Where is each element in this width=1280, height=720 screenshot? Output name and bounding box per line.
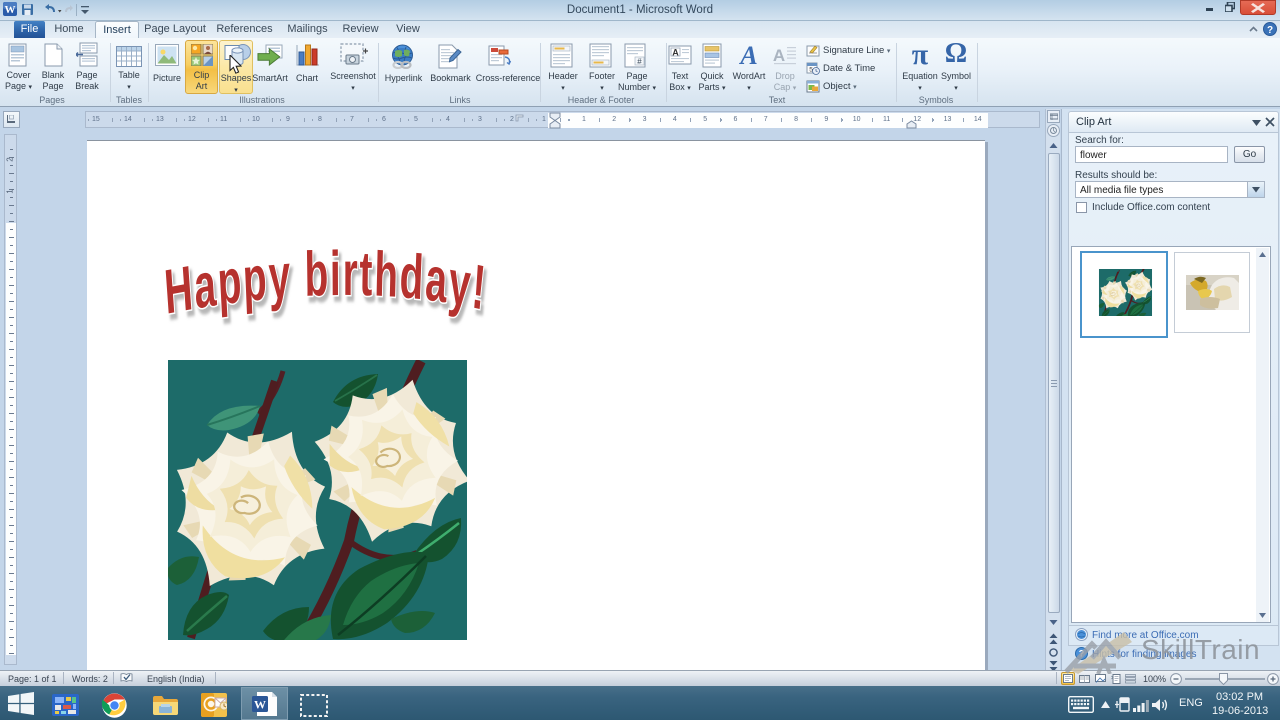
- svg-text:?: ?: [1267, 25, 1273, 36]
- svg-text:A: A: [773, 46, 785, 65]
- svg-text:#: #: [637, 57, 642, 66]
- svg-text:A: A: [672, 48, 679, 58]
- svg-text:W: W: [5, 4, 16, 16]
- svg-text:Happy birthday!: Happy birthday!: [162, 239, 489, 328]
- svg-text:W: W: [254, 698, 266, 712]
- svg-text:A: A: [738, 43, 757, 68]
